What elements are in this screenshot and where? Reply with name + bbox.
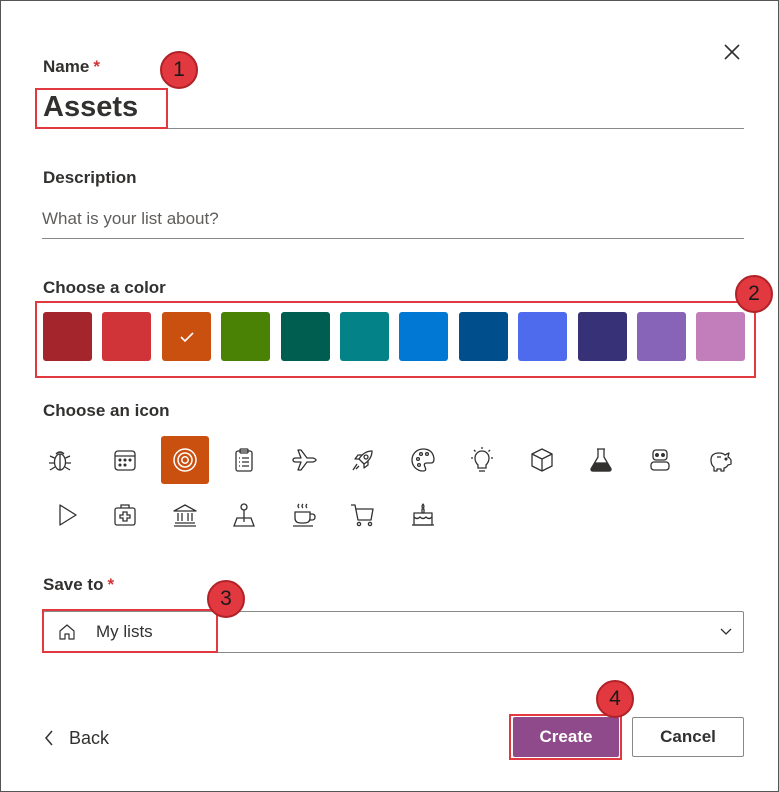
icon-option-beaker[interactable] [577,436,625,484]
color-swatch-dark-blue[interactable] [459,312,508,361]
color-swatch-dark-red[interactable] [43,312,92,361]
icon-option-palette[interactable] [399,436,447,484]
icon-option-robot[interactable] [636,436,684,484]
target-icon [173,448,197,472]
color-swatch-dark-teal[interactable] [281,312,330,361]
lightbulb-icon [471,447,493,472]
save-to-label-text: Save to [43,575,104,594]
description-field-underline [42,238,744,239]
close-button[interactable] [721,41,743,63]
icon-option-target[interactable] [161,436,209,484]
icon-option-piggy-bank[interactable] [696,436,744,484]
icon-option-airplane[interactable] [280,436,328,484]
cake-icon [412,503,434,526]
icon-option-play[interactable] [43,491,91,539]
back-button[interactable]: Back [43,723,109,753]
icon-option-bug[interactable] [36,436,84,484]
icon-option-calendar[interactable] [101,436,149,484]
clipboard-list-icon [235,448,253,472]
color-swatch-navy[interactable] [578,312,627,361]
bug-icon [49,451,71,471]
shopping-cart-icon [351,504,374,527]
icon-option-clipboard[interactable] [220,436,268,484]
play-icon [59,504,77,526]
rocket-icon [352,450,373,471]
chevron-left-icon [45,730,53,746]
save-to-label: Save to * [43,575,114,595]
save-to-dropdown[interactable]: My lists [43,611,744,653]
airplane-icon [292,449,317,471]
required-marker: * [93,57,100,76]
back-label: Back [69,727,110,748]
create-button[interactable]: Create [513,717,619,757]
callout-badge-1: 1 [160,51,198,89]
bank-icon [173,504,197,527]
create-list-dialog: Name* Assets Description Choose a color … [0,0,779,792]
icon-option-cake[interactable] [399,491,447,539]
icon-label: Choose an icon [43,401,170,420]
color-swatch-teal[interactable] [340,312,389,361]
checkmark-icon [179,331,194,342]
name-field[interactable]: Assets [43,91,138,124]
color-swatch-red[interactable] [102,312,151,361]
description-field[interactable] [42,205,742,233]
icon-option-cart[interactable] [339,491,387,539]
icon-option-coffee[interactable] [280,491,328,539]
save-to-value: My lists [96,622,153,641]
description-label: Description [43,168,137,187]
cube-icon [531,448,553,472]
color-label: Choose a color [43,278,166,297]
piggy-bank-icon [710,452,732,472]
color-swatch-green[interactable] [221,312,270,361]
icon-option-cube[interactable] [518,436,566,484]
callout-badge-4: 4 [596,680,634,718]
icon-option-map-pin[interactable] [220,491,268,539]
color-swatch-pink[interactable] [696,312,745,361]
beaker-icon [590,448,612,472]
icon-option-rocket[interactable] [339,436,387,484]
icon-option-bank[interactable] [161,491,209,539]
home-icon [59,624,75,640]
map-pin-icon [233,503,255,527]
calendar-icon [114,450,136,471]
chevron-down-icon [720,628,732,635]
icon-option-first-aid[interactable] [101,491,149,539]
required-marker: * [107,575,115,594]
color-swatch-light-blue[interactable] [518,312,567,361]
close-icon [724,44,740,60]
name-field-underline [42,128,744,129]
color-swatch-orange[interactable] [162,312,211,361]
color-swatch-blue[interactable] [399,312,448,361]
color-swatch-purple[interactable] [637,312,686,361]
callout-badge-2: 2 [735,275,773,313]
coffee-cup-icon [293,503,316,527]
name-label-text: Name [43,57,90,76]
name-label: Name * [43,57,100,77]
callout-badge-3: 3 [207,580,245,618]
first-aid-kit-icon [114,504,136,526]
robot-icon [650,449,670,471]
palette-icon [411,448,435,472]
icon-option-lightbulb[interactable] [458,436,506,484]
cancel-button[interactable]: Cancel [632,717,744,757]
